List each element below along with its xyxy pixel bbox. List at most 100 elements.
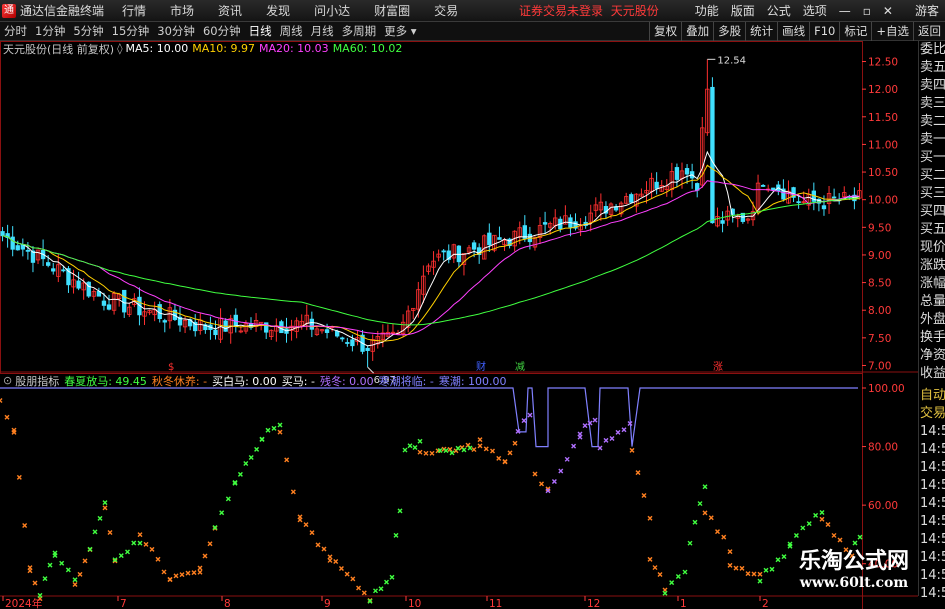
overlay-button[interactable]: 叠加 bbox=[681, 21, 713, 41]
candle-body bbox=[122, 289, 127, 313]
date-tick-label: 10 bbox=[408, 598, 421, 609]
formula-button[interactable]: 公式 bbox=[761, 2, 797, 19]
candle-body bbox=[821, 205, 827, 210]
candle-body bbox=[324, 329, 330, 333]
indicator-settings-icon[interactable]: ⊙ bbox=[3, 374, 12, 387]
tab-monthly[interactable]: 月线 bbox=[307, 23, 338, 39]
period-bar: 分时 1分钟 5分钟 15分钟 30分钟 60分钟 日线 周线 月线 多周期 更… bbox=[0, 21, 945, 41]
tab-1min[interactable]: 1分钟 bbox=[31, 23, 69, 39]
sidebar-time-0: 自动 bbox=[920, 388, 945, 403]
sidebar-time-9: 14:56 bbox=[920, 550, 945, 565]
tab-5min[interactable]: 5分钟 bbox=[69, 23, 107, 39]
candle-body bbox=[629, 194, 634, 203]
menu-trade[interactable]: 交易 bbox=[422, 2, 470, 19]
candle-body bbox=[86, 281, 91, 297]
quote-sidebar: 委比 卖五 卖四 卖三 卖二 卖一 买一 买二 买三 买四 买五 现价 涨跌 涨幅 总量 外盘 换手 净资 收益 自动… bbox=[918, 41, 945, 601]
ind-y-tick-label: 80.00 bbox=[868, 442, 898, 454]
watermark: 乐淘公式网 www.60lt.com bbox=[799, 543, 909, 591]
menu-ask-xiaoda[interactable]: 问小达 bbox=[302, 2, 362, 19]
chart-title: 天元股份(日线 前复权) bbox=[3, 42, 115, 56]
tab-timeshare[interactable]: 分时 bbox=[0, 23, 31, 39]
event-marker: 减 bbox=[515, 361, 525, 373]
candle-body bbox=[345, 342, 350, 344]
f10-button[interactable]: F10 bbox=[809, 21, 839, 41]
maximize-icon[interactable]: ▫ bbox=[857, 4, 877, 18]
mark-button[interactable]: 标记 bbox=[839, 21, 871, 41]
watermark-title: 乐淘公式网 bbox=[798, 548, 909, 574]
ma60-line bbox=[2, 197, 860, 326]
indicator-autumn-winter: 秋冬休养: - bbox=[151, 374, 208, 388]
candle-body bbox=[441, 250, 446, 253]
tab-weekly[interactable]: 周线 bbox=[276, 23, 307, 39]
menu-bar: 通 通达信金融终端 行情 市场 资讯 发现 问小达 财富圈 交易 证券交易未登录… bbox=[0, 0, 945, 22]
tab-multi-period[interactable]: 多周期 bbox=[338, 23, 381, 39]
indicator-name[interactable]: 股朋指标 bbox=[15, 373, 59, 389]
menu-news[interactable]: 资讯 bbox=[206, 2, 254, 19]
y-tick-label: 11.50 bbox=[868, 112, 898, 124]
tab-daily[interactable]: 日线 bbox=[245, 23, 276, 39]
guest-label[interactable]: 游客 bbox=[915, 2, 939, 19]
candle-body bbox=[51, 268, 56, 272]
candle-body bbox=[760, 184, 766, 187]
menu-right: 证券交易未登录 天元股份 功能 版面 公式 选项 — ▫ ✕ 游客 bbox=[519, 2, 945, 19]
back-button[interactable]: 返回 bbox=[913, 21, 945, 41]
app-logo: 通 通达信金融终端 bbox=[0, 2, 110, 19]
menu-market[interactable]: 市场 bbox=[158, 2, 206, 19]
sidebar-time-8: 14:56 bbox=[920, 532, 945, 547]
menu-quotes[interactable]: 行情 bbox=[110, 2, 158, 19]
sidebar-time-3: 14:56 bbox=[920, 442, 945, 457]
stats-button[interactable]: 统计 bbox=[745, 21, 777, 41]
tab-30min[interactable]: 30分钟 bbox=[153, 23, 199, 39]
toolbar: 复权 叠加 多股 统计 画线 F10 标记 +自选 返回 bbox=[649, 21, 945, 41]
sidebar-time-2: 14:56 bbox=[920, 424, 945, 439]
sidebar-item-4: 卖二 bbox=[920, 114, 945, 129]
function-button[interactable]: 功能 bbox=[689, 2, 725, 19]
minimize-icon[interactable]: — bbox=[833, 4, 857, 18]
ma-settings-icon[interactable]: ◊ bbox=[117, 42, 122, 55]
sidebar-time-6: 14:56 bbox=[920, 496, 945, 511]
candle-body bbox=[720, 220, 725, 224]
date-tick-label: 2 bbox=[762, 598, 769, 609]
date-tick-label: 9 bbox=[324, 598, 331, 609]
candle-body bbox=[471, 242, 477, 250]
menu-discover[interactable]: 发现 bbox=[254, 2, 302, 19]
candle-body bbox=[654, 181, 659, 189]
ind-y-tick-label: 100.00 bbox=[868, 383, 905, 395]
tab-more[interactable]: 更多 ▾ bbox=[380, 23, 420, 39]
sidebar-item-8: 买三 bbox=[920, 186, 945, 201]
tab-60min[interactable]: 60分钟 bbox=[199, 23, 245, 39]
sidebar-time-1: 交易 bbox=[920, 406, 945, 421]
sidebar-item-0: 委比 bbox=[920, 42, 945, 57]
event-marker: $ bbox=[168, 362, 174, 373]
multi-stock-button[interactable]: 多股 bbox=[713, 21, 745, 41]
options-button[interactable]: 选项 bbox=[797, 2, 833, 19]
y-tick-label: 9.00 bbox=[868, 250, 891, 262]
sidebar-time-7: 14:56 bbox=[920, 514, 945, 529]
candle-body bbox=[106, 304, 112, 310]
sidebar-item-3: 卖三 bbox=[920, 96, 945, 111]
login-status[interactable]: 证券交易未登录 天元股份 bbox=[519, 2, 659, 19]
event-marker: 财 bbox=[476, 360, 486, 373]
y-tick-label: 7.00 bbox=[868, 360, 891, 372]
candle-body bbox=[15, 245, 20, 251]
candle-body bbox=[76, 280, 81, 289]
tab-15min[interactable]: 15分钟 bbox=[108, 23, 154, 39]
sidebar-item-16: 换手 bbox=[920, 330, 945, 345]
menu-wealth-circle[interactable]: 财富圈 bbox=[362, 2, 422, 19]
sidebar-time-4: 14:56 bbox=[920, 460, 945, 475]
sidebar-item-7: 买二 bbox=[920, 168, 945, 183]
sidebar-item-2: 卖四 bbox=[920, 78, 945, 93]
candle-body bbox=[335, 330, 340, 337]
indicator-infobar: ⊙ 股朋指标 春夏放马: 49.45 秋冬休养: - 买白马: 0.00 买马:… bbox=[0, 373, 507, 388]
close-icon[interactable]: ✕ bbox=[877, 4, 899, 18]
candle-body bbox=[365, 347, 370, 351]
price-chart[interactable]: 12.50 12.00 11.50 11.00 10.50 10.00 9.50 9.00 8.… bbox=[0, 41, 918, 609]
indicator-cold-wave: 寒潮: 100.00 bbox=[438, 374, 507, 388]
candle-body bbox=[710, 86, 715, 224]
layout-button[interactable]: 版面 bbox=[725, 2, 761, 19]
candle-body bbox=[101, 300, 107, 306]
y-tick-label: 8.00 bbox=[868, 305, 891, 317]
add-watchlist-button[interactable]: +自选 bbox=[871, 21, 913, 41]
adjust-button[interactable]: 复权 bbox=[649, 21, 681, 41]
draw-line-button[interactable]: 画线 bbox=[777, 21, 809, 41]
